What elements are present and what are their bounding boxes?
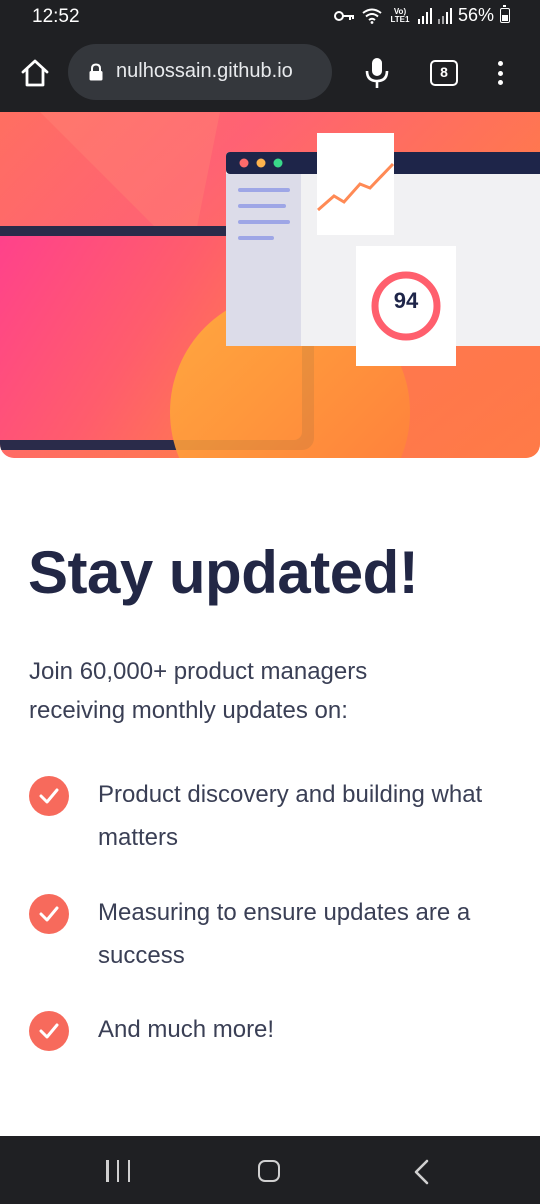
benefit-text: Product discovery and building what matt… [98, 781, 483, 851]
voice-search-button[interactable] [362, 56, 392, 90]
back-icon [414, 1159, 429, 1185]
url-text[interactable]: nulhossain.github.io [116, 60, 293, 83]
more-vert-icon[interactable] [490, 58, 510, 88]
score-value: 94 [393, 288, 419, 313]
page-title: Stay updated! [28, 539, 419, 606]
browser-toolbar: nulhossain.github.io 8 [0, 34, 540, 112]
home-icon [21, 59, 49, 87]
battery-icon [500, 5, 510, 23]
home-nav-button[interactable] [258, 1160, 280, 1182]
status-time: 12:52 [32, 6, 80, 27]
recent-apps-button[interactable] [106, 1160, 130, 1182]
intro-text: Join 60,000+ product managers receiving … [29, 658, 368, 724]
volte-label: Vo) LTE1 [390, 6, 410, 24]
status-bar: 12:52 Vo) LTE1 56% [0, 0, 540, 34]
system-nav-bar [0, 1136, 540, 1204]
tabs-button[interactable]: 8 [430, 60, 458, 86]
home-button[interactable] [18, 56, 52, 90]
mic-icon [365, 58, 389, 88]
address-bar[interactable]: nulhossain.github.io [68, 44, 332, 100]
benefit-text: Measuring to ensure updates are a succes… [98, 899, 471, 969]
check-icon [29, 894, 69, 934]
hero-illustration: 94 [0, 112, 540, 458]
lock-icon [89, 63, 103, 81]
benefit-text: And much more! [98, 1016, 275, 1043]
hero-graphic [0, 112, 540, 458]
key-icon [333, 10, 354, 21]
web-page: 94 Stay updated! Join 60,000+ product ma… [0, 112, 540, 1136]
signal-icon-2 [437, 7, 452, 24]
signal-icon [417, 7, 432, 24]
battery-percent: 56% [457, 5, 494, 25]
check-icon [29, 776, 69, 816]
check-icon [29, 1011, 69, 1051]
wifi-icon [362, 8, 382, 24]
back-button[interactable] [408, 1158, 436, 1186]
status-icons: Vo) LTE1 56% [333, 5, 510, 26]
